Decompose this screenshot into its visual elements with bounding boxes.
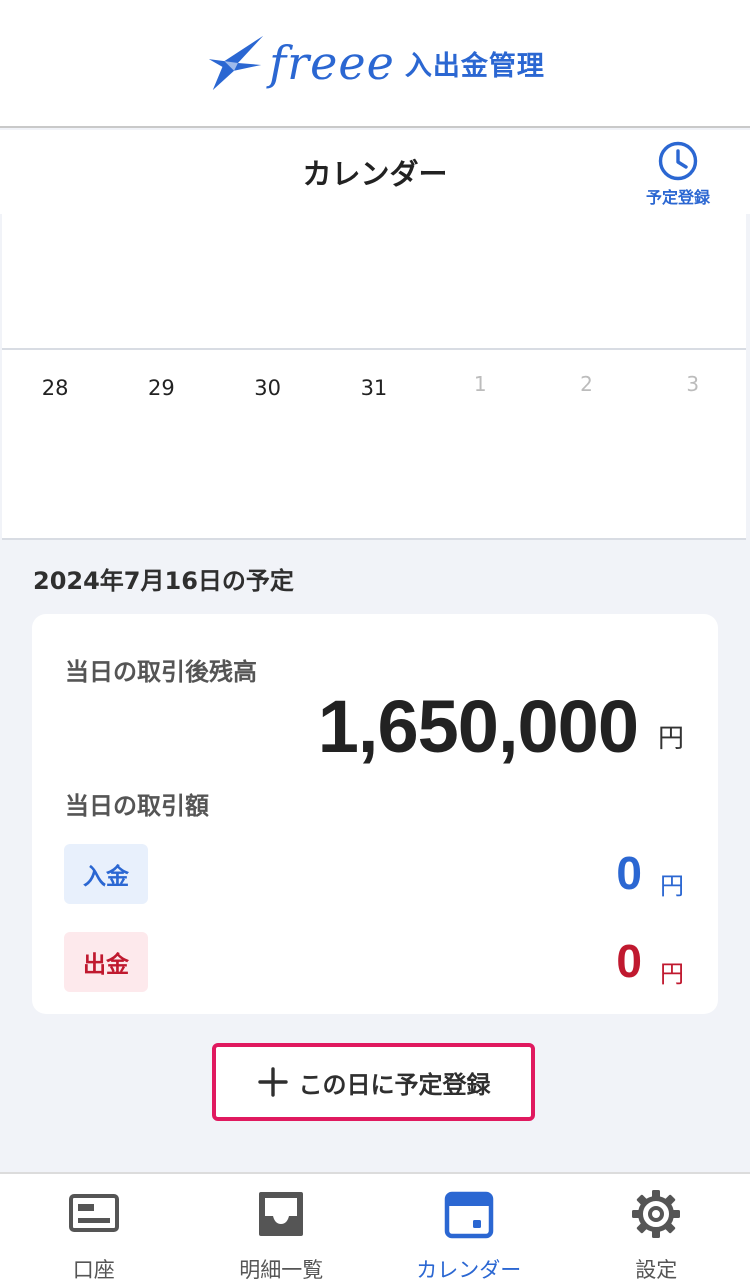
account-icon xyxy=(68,1194,119,1232)
calendar-icon xyxy=(444,1191,493,1239)
tab-calendar[interactable]: カレンダー xyxy=(375,1174,563,1285)
withdrawal-currency: 円 xyxy=(660,960,684,988)
withdrawal-amount: 0 xyxy=(616,935,642,987)
clock-icon xyxy=(658,141,698,181)
page-title: カレンダー xyxy=(302,157,448,191)
gear-icon xyxy=(632,1190,681,1238)
calendar-day[interactable]: 31 xyxy=(321,350,427,538)
inbox-icon xyxy=(259,1192,304,1236)
tab-settings[interactable]: 設定 xyxy=(563,1174,750,1285)
tab-settings-label: 設定 xyxy=(635,1258,678,1282)
deposit-amount: 0 xyxy=(616,847,642,899)
add-schedule-label: この日に予定登録 xyxy=(298,1070,491,1099)
transaction-amount-label: 当日の取引額 xyxy=(65,792,209,820)
add-schedule-for-day-button[interactable]: この日に予定登録 xyxy=(212,1043,535,1121)
calendar-day[interactable]: 30 xyxy=(215,350,321,538)
tab-statements-label: 明細一覧 xyxy=(239,1258,324,1282)
withdrawal-badge: 出金 xyxy=(64,932,148,992)
calendar-day-next-month[interactable]: 1 xyxy=(427,350,533,538)
title-bar: カレンダー 予定登録 xyxy=(0,130,750,214)
calendar-grid: 28 29 30 31 1 2 3 xyxy=(2,214,746,540)
calendar-day-next-month[interactable]: 2 xyxy=(533,350,639,538)
schedule-register-button[interactable]: 予定登録 xyxy=(638,140,718,208)
logo-product-name: 入出金管理 xyxy=(404,50,545,82)
plus-icon xyxy=(257,1067,288,1097)
calendar-day[interactable]: 29 xyxy=(108,350,214,538)
schedule-register-label: 予定登録 xyxy=(645,188,710,207)
schedule-date-heading: 2024年7月16日の予定 xyxy=(33,567,294,595)
deposit-badge: 入金 xyxy=(64,844,148,904)
app-header: freee 入出金管理 xyxy=(0,0,750,128)
tab-statements[interactable]: 明細一覧 xyxy=(188,1174,376,1285)
bottom-tab-bar: 口座 明細一覧 カレンダー 設定 xyxy=(0,1172,750,1285)
deposit-currency: 円 xyxy=(660,872,684,900)
tab-calendar-label: カレンダー xyxy=(416,1258,522,1282)
logo-wordmark: freee xyxy=(269,36,395,90)
freee-logo: freee 入出金管理 xyxy=(205,32,545,94)
day-summary-card: 当日の取引後残高 1,650,000 円 当日の取引額 入金 0 円 出金 0 … xyxy=(32,614,718,1014)
balance-value: 1,650,000 xyxy=(317,685,639,768)
tab-account[interactable]: 口座 xyxy=(0,1174,188,1285)
calendar-day-next-month[interactable]: 3 xyxy=(640,350,746,538)
balance-label: 当日の取引後残高 xyxy=(65,658,257,686)
balance-currency: 円 xyxy=(657,724,684,754)
calendar-day[interactable]: 28 xyxy=(2,350,108,538)
bird-logo-icon xyxy=(209,35,264,91)
calendar-week-row: 28 29 30 31 1 2 3 xyxy=(2,350,746,538)
tab-account-label: 口座 xyxy=(72,1258,115,1282)
